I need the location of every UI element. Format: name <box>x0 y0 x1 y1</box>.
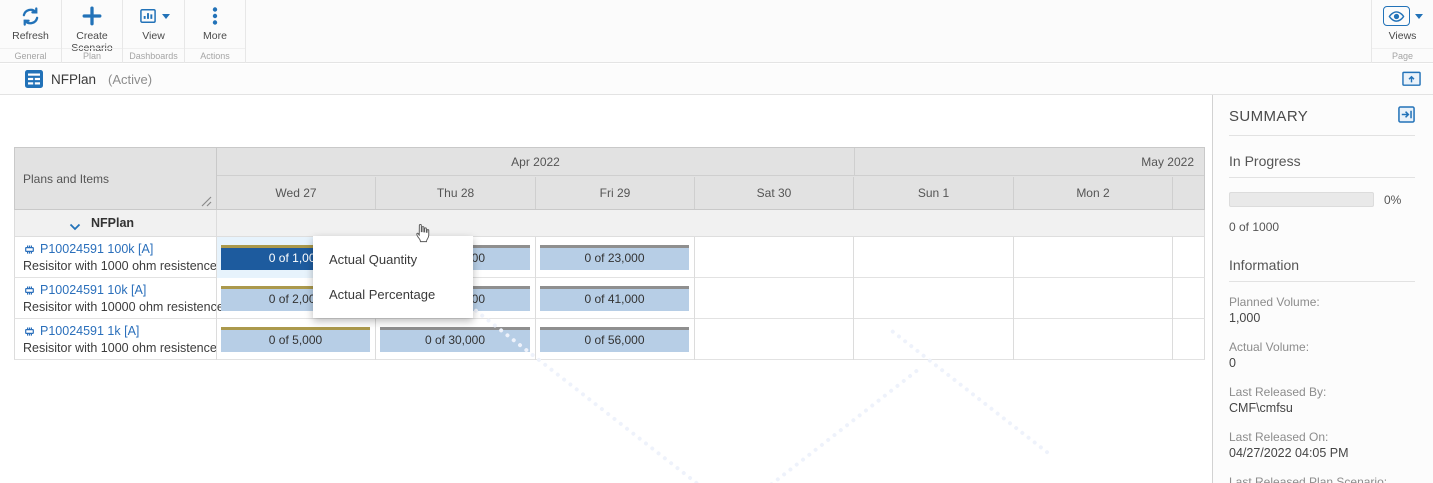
view-button[interactable]: View <box>123 0 184 42</box>
info-item: Last Released By: CMF\cmfsu <box>1229 384 1415 417</box>
plan-cell-bar[interactable]: 0 of 30,000 <box>380 327 530 352</box>
menu-item-actual-percentage[interactable]: Actual Percentage <box>313 277 473 312</box>
toolbar-group-dashboards: View Dashboards <box>123 0 184 63</box>
view-mode-dropdown-menu: Actual Quantity Actual Percentage <box>313 236 473 318</box>
info-value: 1,000 <box>1229 311 1261 325</box>
views-label: Views <box>1388 30 1417 42</box>
chevron-down-icon <box>161 13 170 19</box>
grid-header: Plans and Items Apr 2022 May 2022 Wed 27… <box>14 147 1205 210</box>
collapse-panel-icon[interactable] <box>1402 71 1421 90</box>
create-scenario-button[interactable]: Create Scenario <box>62 0 122 54</box>
divider <box>245 0 246 63</box>
progress-percent: 0% <box>1384 192 1402 207</box>
menu-item-actual-quantity[interactable]: Actual Quantity <box>313 242 473 277</box>
info-value: 04/27/2022 04:05 PM <box>1229 446 1349 460</box>
plan-title: NFPlan <box>51 72 97 87</box>
refresh-icon <box>20 4 41 28</box>
bar-chart-icon <box>138 4 170 28</box>
day-header[interactable]: Sat 30 <box>695 177 854 209</box>
watermark <box>680 368 920 483</box>
toolbar-group-page: Views Page <box>1372 0 1433 63</box>
plans-items-column-header[interactable]: Plans and Items <box>15 148 217 209</box>
plan-icon <box>25 70 43 91</box>
chevron-down-icon <box>1414 13 1423 19</box>
refresh-label: Refresh <box>12 30 49 42</box>
progress-caption: 0 of 1000 <box>1229 220 1280 234</box>
group-label-plan: Plan <box>62 48 122 61</box>
info-label: Last Released On: <box>1229 430 1329 444</box>
info-label: Last Released Plan Scenario: <box>1229 475 1388 483</box>
summary-panel: SUMMARY In Progress 0% 0 of 1000 Informa… <box>1212 95 1433 483</box>
plus-icon <box>81 4 103 28</box>
group-label-general: General <box>0 48 61 61</box>
chevron-down-icon[interactable] <box>69 220 81 234</box>
item-description: Resisitor with 10000 ohm resistence <box>23 300 224 314</box>
summary-title: SUMMARY <box>1229 107 1309 125</box>
plan-cell-bar[interactable]: 0 of 56,000 <box>540 327 689 352</box>
toolbar-group-actions: More Actions <box>185 0 245 63</box>
column-resize-handle[interactable] <box>201 196 212 210</box>
info-value: CMF\cmfsu <box>1229 401 1293 415</box>
month-header-may: May 2022 <box>854 148 1204 176</box>
grid-line <box>535 237 536 360</box>
info-label: Actual Volume: <box>1229 340 1310 354</box>
info-item: Planned Volume: 1,000 <box>1229 294 1415 327</box>
item-link[interactable]: P10024591 100k [A] <box>23 242 153 256</box>
information-heading: Information <box>1229 257 1415 282</box>
collapse-summary-icon[interactable] <box>1398 106 1415 126</box>
grid-line <box>216 210 217 360</box>
info-item: Actual Volume: 0 <box>1229 339 1415 372</box>
plan-cell-bar[interactable]: 0 of 5,000 <box>221 327 370 352</box>
day-header[interactable]: Thu 28 <box>376 177 536 209</box>
progress-bar <box>1229 192 1374 207</box>
toolbar: Refresh General Create Scenario Plan Vie… <box>0 0 1433 63</box>
ellipsis-icon <box>206 4 224 28</box>
more-label: More <box>203 30 227 42</box>
day-header[interactable]: Mon 2 <box>1014 177 1173 209</box>
more-button[interactable]: More <box>185 0 245 42</box>
item-link[interactable]: P10024591 1k [A] <box>23 324 139 338</box>
item-link-label: P10024591 100k [A] <box>40 242 154 256</box>
item-link-label: P10024591 1k [A] <box>40 324 140 338</box>
plans-items-header-label: Plans and Items <box>23 171 110 186</box>
info-item: Last Released Plan Scenario: PlanScenari… <box>1229 474 1415 483</box>
day-header[interactable]: Fri 29 <box>536 177 695 209</box>
plan-cell-bar[interactable]: 0 of 41,000 <box>540 286 689 311</box>
group-label-page: Page <box>1372 48 1433 61</box>
group-label-dashboards: Dashboards <box>123 48 184 61</box>
refresh-button[interactable]: Refresh <box>0 0 61 42</box>
info-item: Last Released On: 04/27/2022 04:05 PM <box>1229 429 1415 462</box>
views-button[interactable]: Views <box>1372 0 1433 42</box>
eye-icon <box>1382 6 1410 26</box>
view-label: View <box>142 30 165 42</box>
grid-line <box>853 237 854 360</box>
group-label-actions: Actions <box>185 48 245 61</box>
plan-cell-bar[interactable]: 0 of 23,000 <box>540 245 689 270</box>
grid-line <box>694 237 695 360</box>
in-progress-heading: In Progress <box>1229 153 1415 178</box>
item-link[interactable]: P10024591 10k [A] <box>23 283 146 297</box>
plan-grid: Plans and Items Apr 2022 May 2022 Wed 27… <box>14 147 1205 360</box>
toolbar-group-general: Refresh General <box>0 0 61 63</box>
plan-title-bar: NFPlan (Active) <box>0 64 1433 95</box>
grid-line <box>1013 237 1014 360</box>
day-header[interactable]: Wed 27 <box>217 177 376 209</box>
info-label: Last Released By: <box>1229 385 1327 399</box>
item-link-label: P10024591 10k [A] <box>40 283 147 297</box>
plan-group-label: NFPlan <box>91 216 135 230</box>
info-value: 0 <box>1229 356 1236 370</box>
info-label: Planned Volume: <box>1229 295 1320 309</box>
day-header[interactable]: Sun 1 <box>854 177 1014 209</box>
grid-line <box>1172 237 1173 360</box>
item-description: Resisitor with 1000 ohm resistence <box>23 341 217 355</box>
item-description: Resisitor with 1000 ohm resistence <box>23 259 217 273</box>
toolbar-group-plan: Create Scenario Plan <box>62 0 122 63</box>
month-header-apr: Apr 2022 <box>217 148 854 176</box>
plan-status: (Active) <box>108 72 153 87</box>
plan-group-row[interactable]: NFPlan <box>14 210 1205 237</box>
